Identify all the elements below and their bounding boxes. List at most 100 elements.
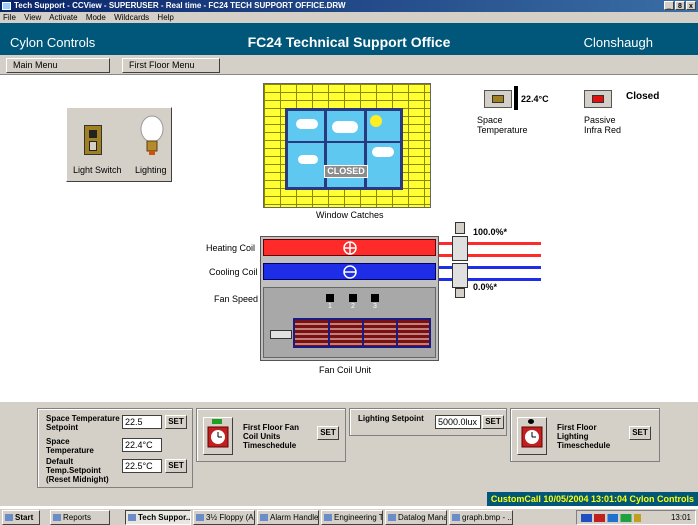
title-bar: Tech Support - CCView - SUPERUSER - Real… [0, 0, 698, 12]
windows-logo-icon [5, 514, 13, 521]
header: Cylon Controls FC24 Technical Support Of… [0, 23, 698, 55]
fcu-schedule-set-button[interactable]: SET [317, 426, 339, 440]
task-label: Tech Suppor... [138, 513, 191, 522]
default-setpoint-set-button[interactable]: SET [165, 459, 187, 473]
clock-icon [207, 426, 229, 448]
setpoint-input[interactable]: 22.5 [122, 415, 162, 429]
cooling-symbol-icon [343, 265, 357, 279]
fan-blower-icon [293, 318, 431, 348]
app-icon [2, 2, 11, 10]
heating-valve-position: 100.0%* [473, 227, 508, 237]
minimize-button[interactable]: _ [664, 1, 674, 10]
lighting-setpoint-input[interactable]: 5000.0lux [435, 415, 481, 429]
window-graphic: CLOSED [285, 108, 403, 190]
task-datalog[interactable]: Datalog Mana... [385, 510, 447, 525]
close-button[interactable]: x [686, 1, 696, 10]
task-label: Datalog Mana... [398, 513, 446, 522]
pir-sensor-icon[interactable] [584, 90, 612, 108]
space-temp-label-1: Space [477, 115, 503, 125]
window-title: Tech Support - CCView - SUPERUSER - Real… [14, 1, 346, 10]
heating-coil-bar [263, 239, 436, 256]
reports-icon [53, 514, 61, 521]
ccview-icon [128, 514, 136, 521]
window-status-badge[interactable]: CLOSED [324, 165, 368, 178]
taskbar: Start Reports Tech Suppor... 3½ Floppy (… [0, 508, 698, 525]
start-label: Start [15, 513, 34, 522]
sun-icon [370, 115, 382, 127]
lighting-setpoint-set-button[interactable]: SET [482, 415, 504, 429]
fan-speed-3-label: 3 [373, 303, 377, 310]
task-floppy[interactable]: 3½ Floppy (A:) [193, 510, 255, 525]
task-graph-bmp[interactable]: graph.bmp - ... [449, 510, 513, 525]
setpoint-set-button[interactable]: SET [165, 415, 187, 429]
default-setpoint-label: Default Temp.Setpoint (Reset Midnight) [46, 457, 109, 484]
temp-bar [514, 86, 518, 110]
menu-wildcards[interactable]: Wildcards [114, 13, 149, 22]
lighting-setpoint-panel: Lighting Setpoint 5000.0lux SET [349, 408, 507, 436]
light-switch-label: Light Switch [73, 165, 122, 175]
menu-bar: File View Activate Mode Wildcards Help [0, 12, 698, 23]
heating-valve-icon[interactable] [452, 236, 468, 261]
menu-help[interactable]: Help [157, 13, 173, 22]
menu-view[interactable]: View [24, 13, 41, 22]
fan-coil-unit-label: Fan Coil Unit [319, 365, 372, 375]
menu-activate[interactable]: Activate [49, 13, 77, 22]
menu-mode[interactable]: Mode [86, 13, 106, 22]
fan-speed-2-indicator [349, 294, 357, 302]
task-reports[interactable]: Reports [50, 510, 110, 525]
temperature-setpoint-panel: Space Temperature Setpoint 22.5 SET Spac… [37, 408, 193, 488]
cooling-coil-label: Cooling Coil [209, 267, 258, 277]
bottom-panel: Space Temperature Setpoint 22.5 SET Spac… [0, 400, 698, 492]
heating-symbol-icon [343, 241, 357, 255]
thermostat-icon[interactable] [484, 90, 512, 108]
cooling-valve-actuator-icon[interactable] [455, 288, 465, 298]
space-temp-readout-label: Space Temperature [46, 437, 94, 455]
task-engineering[interactable]: Engineering T... [321, 510, 383, 525]
pir-status: Closed [626, 91, 660, 102]
task-tech-support[interactable]: Tech Suppor... [125, 510, 191, 525]
lighting-schedule-panel: First Floor Lighting Timeschedule SET [510, 408, 660, 462]
lighting-label: Lighting [135, 165, 167, 175]
clock-icon [521, 426, 543, 448]
fan-speed-3-indicator [371, 294, 379, 302]
window-catches-label: Window Catches [316, 210, 384, 220]
cooling-valve-icon[interactable] [452, 263, 468, 288]
cooling-valve-position: 0.0%* [473, 282, 498, 292]
system-tray: 13:01 [576, 510, 696, 525]
light-switch-panel: Light Switch Lighting [66, 107, 172, 182]
light-bulb-icon [140, 115, 164, 155]
pir-label-2: Infra Red [584, 125, 622, 135]
fcu-schedule-clock-button[interactable] [203, 417, 233, 455]
menu-file[interactable]: File [3, 13, 16, 22]
lighting-schedule-clock-button[interactable] [517, 417, 547, 455]
fcu-schedule-panel: First Floor Fan Coil Units Timeschedule … [196, 408, 346, 462]
space-temp-readout: 22.4°C [122, 438, 162, 452]
space-temp-value: 22.4°C [521, 94, 549, 104]
light-switch-icon[interactable] [84, 125, 102, 155]
first-floor-menu-button[interactable]: First Floor Menu [122, 58, 220, 73]
task-label: Alarm Handler... [270, 513, 319, 522]
site-name: Clonshaugh [583, 35, 653, 50]
cloud-icon [372, 147, 394, 157]
main-menu-button[interactable]: Main Menu [6, 58, 110, 73]
heating-valve-actuator-icon[interactable] [455, 222, 465, 234]
cloud-icon [332, 121, 358, 133]
tray-icons[interactable] [581, 514, 641, 522]
lighting-schedule-set-button[interactable]: SET [629, 426, 651, 440]
datalog-icon [388, 514, 396, 521]
floppy-icon [196, 514, 204, 521]
lighting-schedule-label: First Floor Lighting Timeschedule [557, 423, 611, 450]
task-alarm-handler[interactable]: Alarm Handler... [257, 510, 319, 525]
fan-section: 1 2 3 [263, 287, 436, 358]
fan-speed-1-label: 1 [328, 303, 332, 310]
default-setpoint-input[interactable]: 22.5°C [122, 459, 162, 473]
pir-label-1: Passive [584, 115, 616, 125]
fan-speed-label: Fan Speed [214, 294, 259, 304]
fcu-schedule-label: First Floor Fan Coil Units Timeschedule [243, 423, 299, 450]
maximize-button[interactable]: 8 [675, 1, 685, 10]
start-button[interactable]: Start [2, 510, 40, 525]
brick-wall: CLOSED [263, 83, 431, 208]
alarm-icon [260, 514, 268, 521]
engineering-icon [324, 514, 332, 521]
cloud-icon [296, 119, 318, 129]
